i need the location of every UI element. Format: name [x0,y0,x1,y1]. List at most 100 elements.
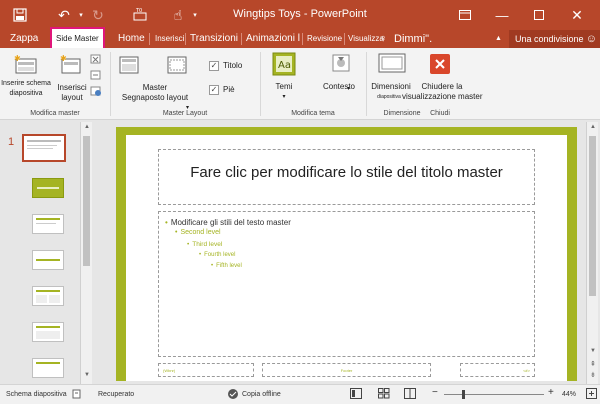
tell-me-box[interactable]: Dimmi". [394,30,432,48]
footer-text: Footer [340,368,353,373]
thumbnail-layout[interactable] [32,322,64,342]
slide-number-placeholder[interactable]: <#> [460,363,535,377]
zoom-out-icon[interactable]: − [432,387,438,398]
title-check-label: Titolo [223,61,243,70]
bullet-level-3: • Third level [187,241,223,248]
slide-number-text: <#> [523,368,530,373]
slide-size-icon [378,52,406,79]
ribbon-collapse-icon[interactable]: ▲ [495,30,502,48]
zoom-level[interactable]: 44% [562,391,576,398]
thumbnail-layout[interactable] [32,358,64,378]
date-text: (Wbnr) [163,368,176,373]
minimize-icon[interactable]: — [487,0,517,30]
thumbnail-layout[interactable] [32,286,64,306]
themes-icon: Aa [272,52,296,81]
close-master-icon [430,54,450,79]
group-label-master-layout: Master Layout [162,110,208,117]
tab-review[interactable]: Revisione [307,30,342,48]
master-layout-button[interactable]: Master Segnaposto layout [110,83,200,103]
ribbon-tab-row: Zappa Side Master Home Inserisci Transiz… [0,27,600,49]
themes-button[interactable]: Temi [262,82,306,92]
tab-separator [344,33,345,45]
tab-transitions[interactable]: Transizioni [190,30,238,48]
ribbon-display-options-icon[interactable] [450,0,480,30]
ribbon: ✱ Inserire schema diapositiva ✱ Inserisc… [0,48,600,120]
insert-layout-button[interactable]: Inserisci layout [52,83,92,103]
master-title: Fare clic per modificare lo stile del ti… [190,164,503,181]
context-button[interactable]: Contesto [314,82,364,92]
title-checkbox[interactable]: ✓ [209,61,219,71]
bullet-level-1: • Modificare gli stili del testo master [165,218,291,227]
bullet-level-4: • Fourth level [199,252,236,258]
tab-separator [149,33,150,45]
scroll-thumb[interactable] [83,136,90,266]
zoom-slider[interactable] [444,394,544,395]
context-icon [330,52,352,79]
smiley-icon[interactable]: ☺ [586,30,597,48]
svg-text:✱: ✱ [14,54,21,63]
close-icon[interactable]: ✕ [562,0,592,30]
preserve-icon[interactable] [90,84,102,102]
context-dropdown-icon[interactable]: ▾ [347,84,350,94]
thumbnail-layout[interactable] [32,250,64,270]
insert-layout-icon: ✱ [60,53,82,82]
group-label-edit-theme: Modifica tema [291,110,335,117]
scroll-down-icon[interactable]: ▼ [81,372,93,378]
scroll-up-icon[interactable]: ▲ [81,124,93,130]
lightbulb-icon: ♀ [379,33,388,45]
powerpoint-window: ↶ ▾ ↻ T0 ☝ ▾ Wingtips Toys - PowerPoint … [0,0,600,404]
svg-text:✱: ✱ [60,54,67,63]
insert-slide-master-icon: ✱ [14,53,38,82]
master-layout-icon [118,53,140,82]
close-master-view-button[interactable]: Chiudere la visualizzazione master [402,82,482,102]
zoom-in-icon[interactable]: + [548,387,554,398]
normal-view-icon[interactable] [350,388,362,401]
fit-to-window-icon[interactable] [586,388,597,401]
status-offline: Copia offline [242,391,281,398]
date-placeholder[interactable]: (Wbnr) [158,363,254,377]
footer-check-label: Piè [223,85,235,94]
bullet-level-5: • Fifth level [211,263,242,269]
svg-text:Aa: Aa [278,60,291,71]
tab-home[interactable]: Home [118,30,145,48]
status-bar: Schema diapositiva Recuperato Copia offl… [0,384,600,404]
reading-view-icon[interactable] [404,388,416,401]
tab-animations[interactable]: Animazioni l [246,30,300,48]
slide-sorter-icon[interactable] [378,388,390,401]
group-label-edit-master: Modifica master [30,110,80,117]
thumbnail-scrollbar[interactable]: ▲ ▼ [80,122,92,384]
slide-scrollbar[interactable]: ▲ ▼ ⇞ ⇟ [586,122,598,384]
footer-placeholder[interactable]: Footer [262,363,431,377]
tab-insert[interactable]: Inserisci [155,30,184,48]
next-slide-icon[interactable]: ⇟ [587,371,599,379]
scroll-up-icon[interactable]: ▲ [587,124,599,130]
scroll-thumb[interactable] [589,136,596,296]
insert-slide-master-button[interactable]: Inserire schema diapositiva [0,79,52,99]
title-bar: ↶ ▾ ↻ T0 ☝ ▾ Wingtips Toys - PowerPoint … [0,0,600,30]
scroll-down-icon[interactable]: ▼ [587,348,599,354]
group-label-close: Chiudi [430,110,450,117]
status-view-name: Schema diapositiva [6,391,67,398]
footer-checkbox[interactable]: ✓ [209,85,219,95]
title-placeholder[interactable]: Fare clic per modificare lo stile del ti… [158,149,535,205]
zoom-slider-thumb[interactable] [462,390,465,399]
slide-master-canvas[interactable]: Fare clic per modificare lo stile del ti… [116,127,577,381]
status-recovered: Recuperato [98,391,135,398]
thumbnail-layout[interactable] [32,178,64,198]
tab-separator [185,33,186,45]
thumbnail-number: 1 [8,136,15,148]
thumbnail-slide-master[interactable] [22,134,66,162]
tab-separator [302,33,303,45]
themes-dropdown-icon[interactable]: ▾ [262,92,306,102]
share-label: Una condivisione [515,34,584,44]
body-placeholder[interactable]: • Modificare gli stili del testo master •… [158,211,535,357]
previous-slide-icon[interactable]: ⇞ [587,360,599,368]
maximize-icon[interactable] [524,0,554,30]
thumbnail-layout[interactable] [32,214,64,234]
share-button[interactable]: Una condivisione ☺ [509,30,600,48]
tab-slide-master[interactable]: Side Master [50,27,105,49]
proofing-icon[interactable] [72,389,82,401]
ribbon-separator [260,52,261,116]
insert-placeholder-icon [166,53,188,82]
tab-file[interactable]: Zappa [10,30,38,48]
